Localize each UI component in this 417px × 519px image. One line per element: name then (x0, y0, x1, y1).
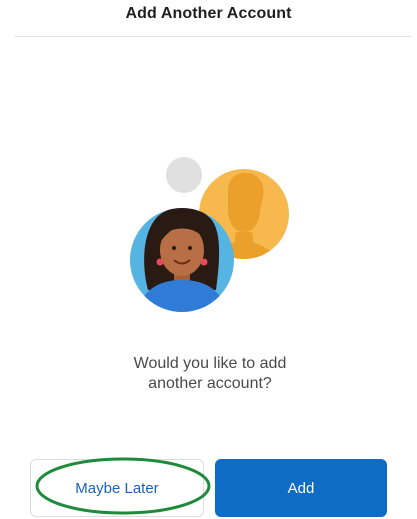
page-title: Add Another Account (125, 5, 292, 22)
add-button[interactable]: Add (215, 459, 387, 517)
decor-dot (166, 157, 202, 193)
add-label: Add (287, 479, 315, 497)
maybe-later-label: Maybe Later (75, 479, 159, 497)
maybe-later-button[interactable]: Maybe Later (30, 459, 204, 517)
prompt-line-2: another account? (148, 375, 272, 392)
add-account-screen: Add Another Account Would you like to ad… (0, 0, 417, 519)
header-bar: Add Another Account (0, 0, 417, 36)
prompt-line-1: Would you like to add (133, 355, 287, 372)
add-account-prompt: Would you like to add another account? (80, 354, 340, 394)
header-divider (14, 36, 411, 37)
add-account-people-illustration (130, 157, 289, 312)
